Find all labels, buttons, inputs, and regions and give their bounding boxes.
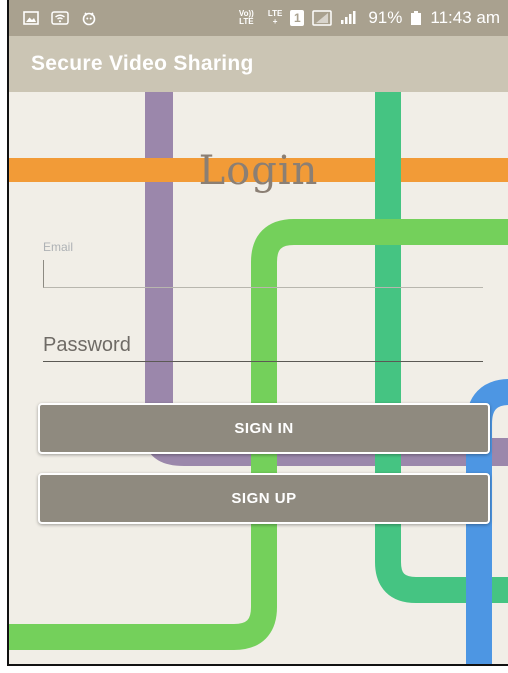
- battery-icon: [410, 10, 422, 26]
- image-icon: [23, 11, 39, 25]
- password-field[interactable]: [43, 330, 483, 362]
- sim-icon: 1: [290, 10, 305, 26]
- status-time: 11:43 am: [430, 8, 500, 27]
- volte-icon: Vo)) LTE: [239, 10, 254, 26]
- email-label: Email: [43, 240, 74, 254]
- notification-icon: [81, 10, 97, 26]
- email-field-container: Email: [43, 240, 483, 288]
- sign-in-button[interactable]: SIGN IN: [38, 403, 490, 454]
- signal-icon-1: [312, 10, 333, 26]
- email-field[interactable]: [43, 260, 483, 288]
- signal-icon-2: [340, 10, 356, 26]
- lte-bottom-text: +: [272, 17, 278, 26]
- lte-icon: LTE +: [268, 10, 283, 26]
- wifi-icon: [51, 11, 69, 25]
- volte-bottom-text: LTE: [239, 17, 254, 26]
- app-bar: Secure Video Sharing: [9, 36, 508, 92]
- sign-up-button[interactable]: SIGN UP: [38, 473, 490, 524]
- login-title: Login: [198, 148, 319, 194]
- phone-screen: Vo)) LTE LTE + 1 91% 11:43 am Secure Vid…: [7, 0, 508, 666]
- app-title: Secure Video Sharing: [31, 52, 254, 75]
- status-bar: Vo)) LTE LTE + 1 91% 11:43 am: [9, 0, 508, 36]
- battery-percent: 91%: [368, 8, 403, 27]
- status-bar-right: Vo)) LTE LTE + 1 91% 11:43 am: [239, 8, 508, 28]
- status-bar-left: [9, 10, 97, 26]
